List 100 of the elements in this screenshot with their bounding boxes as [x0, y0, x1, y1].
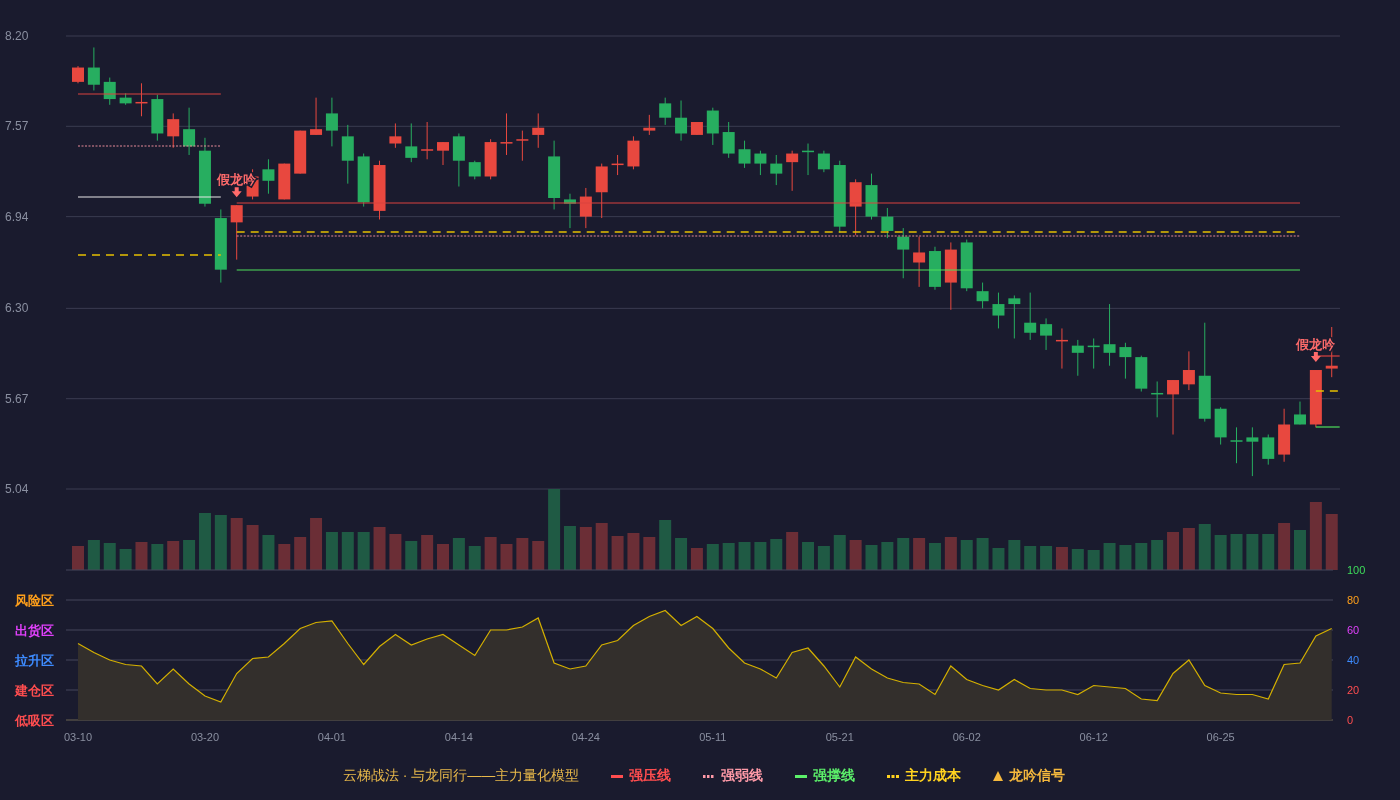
axis-label: 7.57	[5, 119, 29, 134]
candlestick	[135, 82, 148, 117]
candlestick	[722, 121, 735, 159]
axis-label: 0	[1347, 714, 1354, 726]
candlestick	[198, 137, 211, 208]
zone-label: 低吸区	[14, 713, 54, 728]
candlestick	[421, 121, 434, 160]
candlestick	[1055, 327, 1068, 370]
candlestick	[1214, 406, 1227, 446]
candlestick	[976, 282, 989, 309]
candlestick	[1087, 338, 1100, 370]
candlestick	[643, 114, 656, 136]
zone-label: 风险区	[14, 593, 54, 608]
dashed-line-icon	[887, 774, 900, 778]
candlestick	[1103, 303, 1116, 367]
axis-label: 80	[1347, 594, 1360, 606]
candlestick	[849, 178, 862, 236]
axis-label: 100	[1347, 564, 1366, 576]
candlestick	[992, 292, 1005, 329]
candlestick	[1040, 317, 1053, 351]
candlestick	[484, 138, 497, 180]
candlestick	[802, 143, 814, 176]
candlestick	[532, 112, 545, 149]
axis-label: 04-24	[571, 731, 600, 743]
legend-label: 强压线	[629, 767, 672, 785]
candlestick	[294, 130, 307, 175]
candlestick	[897, 227, 910, 279]
down-arrow-icon	[1310, 352, 1321, 362]
candlestick	[278, 163, 291, 200]
candlestick	[579, 187, 592, 229]
candlestick	[1309, 369, 1322, 428]
axis-label: 03-10	[63, 731, 93, 743]
candlestick	[754, 150, 767, 176]
candlestick	[1024, 292, 1037, 341]
candlestick	[103, 77, 116, 106]
zone-label: 拉升区	[14, 653, 54, 668]
axis-label: 06-12	[1079, 731, 1108, 743]
candlestick	[468, 160, 481, 180]
axis-label: 04-01	[317, 731, 346, 743]
zone-label: 出货区	[14, 623, 54, 638]
candlestick	[1071, 339, 1084, 377]
down-arrow-icon	[231, 187, 242, 198]
axis-label: 06-02	[952, 731, 981, 743]
candlestick	[548, 140, 561, 210]
candlestick	[611, 154, 624, 176]
candlestick	[357, 153, 370, 208]
candlestick	[516, 130, 529, 162]
candlestick	[1278, 408, 1291, 463]
candlestick	[151, 94, 164, 142]
candlestick	[659, 97, 672, 126]
candlestick	[262, 158, 275, 195]
candlestick	[1230, 426, 1243, 464]
candlestick	[706, 107, 719, 146]
legend-label: 强撑线	[813, 767, 856, 785]
candlestick	[1008, 294, 1021, 339]
legend-title: 云梯战法 · 与龙同行——主力量化模型	[342, 767, 580, 785]
candlestick	[167, 112, 180, 149]
candlestick	[738, 140, 751, 169]
candlestick	[865, 173, 878, 220]
candlestick	[1246, 426, 1259, 477]
candlestick	[325, 97, 338, 147]
candlestick	[72, 65, 84, 84]
candlestick	[563, 193, 576, 229]
axis-label: 6.30	[5, 301, 29, 316]
axis-label: 6.94	[5, 209, 29, 224]
axis-label: 40	[1347, 654, 1360, 666]
axis-label: 20	[1347, 684, 1360, 696]
support-level-line	[1315, 426, 1341, 428]
candlestick	[1167, 379, 1180, 436]
candlestick	[500, 112, 513, 156]
candlestick	[817, 150, 830, 173]
legend-label: 龙吟信号	[1009, 767, 1066, 785]
candlestick	[1262, 434, 1275, 466]
candlestick	[310, 97, 323, 136]
candlestick	[675, 100, 688, 142]
axis-label: 03-20	[190, 731, 220, 743]
candlestick	[929, 246, 941, 291]
cost-level-line	[1315, 390, 1341, 392]
candlestick	[119, 92, 132, 106]
candlestick	[389, 122, 402, 149]
candlestick	[786, 150, 799, 192]
candlestick	[437, 141, 449, 166]
candlestick	[183, 107, 196, 156]
axis-label: 5.04	[5, 482, 29, 496]
candlestick	[595, 163, 608, 219]
candlestick	[405, 122, 418, 163]
zone-label: 建仓区	[14, 683, 54, 698]
axis-label: 06-25	[1206, 731, 1235, 743]
candlestick	[944, 241, 957, 311]
candlestick	[913, 236, 926, 288]
candlestick	[960, 239, 973, 292]
legend-label: 主力成本	[905, 767, 962, 785]
candlestick	[1135, 355, 1148, 392]
candlestick	[341, 124, 354, 185]
axis-label: 60	[1347, 624, 1360, 636]
candlestick	[1119, 342, 1132, 380]
dotted-line-icon	[703, 774, 716, 778]
candlestick	[627, 135, 640, 170]
axis-label: 04-14	[444, 731, 473, 743]
candlestick	[690, 121, 703, 136]
